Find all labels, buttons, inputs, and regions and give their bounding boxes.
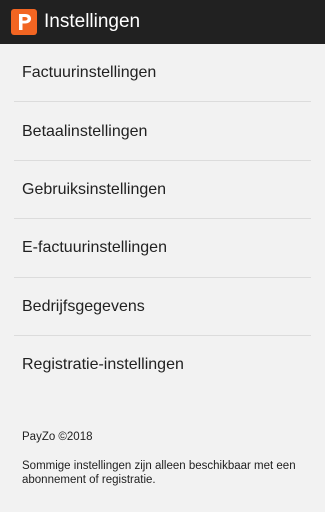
menu-item-label: Registratie-instellingen: [22, 356, 184, 374]
menu-item-betaalinstellingen[interactable]: Betaalinstellingen: [0, 102, 325, 161]
copyright-text: PayZo ©2018: [22, 431, 93, 443]
menu-item-bedrijfsgegevens[interactable]: Bedrijfsgegevens: [0, 278, 325, 336]
menu-item-label: Gebruiksinstellingen: [22, 180, 167, 198]
settings-screen: Instellingen Factuurinstellingen Betaali…: [0, 0, 325, 512]
menu-item-registratie-instellingen[interactable]: Registratie-instellingen: [0, 336, 325, 394]
menu-item-label: Betaalinstellingen: [22, 122, 148, 140]
page-title: Instellingen: [44, 11, 141, 32]
app-toolbar: Instellingen: [0, 0, 325, 44]
menu-item-gebruiksinstellingen[interactable]: Gebruiksinstellingen: [0, 161, 325, 220]
payzo-logo-icon: [11, 9, 37, 35]
menu-item-factuurinstellingen[interactable]: Factuurinstellingen: [0, 44, 325, 103]
menu-item-label: Bedrijfsgegevens: [22, 297, 145, 315]
subscription-note: Sommige instellingen zijn alleen beschik…: [22, 460, 296, 486]
menu-item-label: E-factuurinstellingen: [22, 239, 167, 257]
menu-item-e-factuurinstellingen[interactable]: E-factuurinstellingen: [0, 219, 325, 278]
footer: PayZo ©2018 Sommige instellingen zijn al…: [22, 430, 312, 487]
settings-menu: Factuurinstellingen Betaalinstellingen G…: [0, 44, 325, 394]
menu-item-label: Factuurinstellingen: [22, 64, 157, 82]
